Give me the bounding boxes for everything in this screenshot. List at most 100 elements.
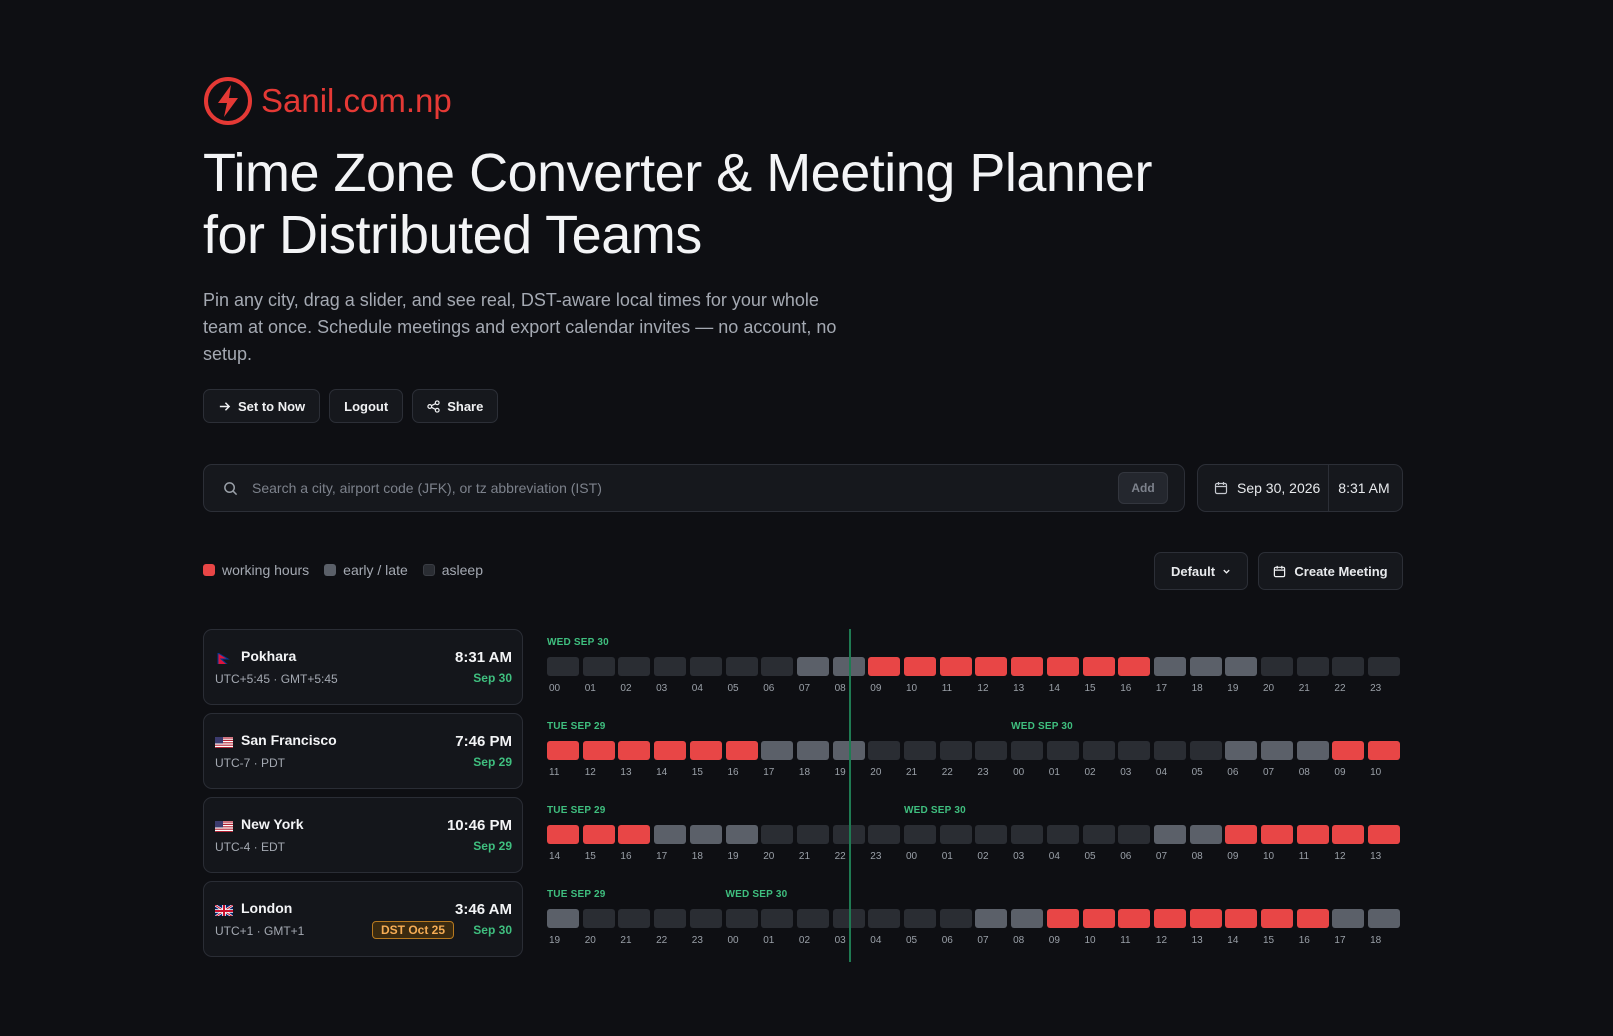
hour-cell[interactable] [975, 825, 1008, 844]
hour-cell[interactable] [1261, 741, 1293, 760]
hour-cell[interactable] [868, 657, 901, 676]
hour-cell[interactable] [654, 909, 687, 928]
hour-cell[interactable] [904, 909, 936, 928]
current-time-indicator[interactable] [849, 629, 851, 962]
hour-cell[interactable] [1332, 909, 1365, 928]
hour-cell[interactable] [654, 741, 687, 760]
hour-cell[interactable] [868, 741, 901, 760]
hour-cell[interactable] [939, 825, 972, 844]
hour-cell[interactable] [1011, 909, 1044, 928]
hour-cell[interactable] [1189, 909, 1222, 928]
hour-cell[interactable] [1082, 825, 1115, 844]
hour-cell[interactable] [689, 657, 722, 676]
hour-cell[interactable] [1046, 825, 1079, 844]
hour-cell[interactable] [618, 657, 651, 676]
hour-cell[interactable] [654, 825, 687, 844]
hour-cell[interactable] [547, 657, 579, 676]
hour-cell[interactable] [547, 909, 579, 928]
hour-cell[interactable] [1225, 741, 1258, 760]
hour-cell[interactable] [582, 657, 615, 676]
hour-cell[interactable] [1011, 657, 1044, 676]
hour-cell[interactable] [689, 909, 722, 928]
hour-cell[interactable] [1261, 825, 1293, 844]
hour-cell[interactable] [1046, 909, 1079, 928]
hour-cell[interactable] [939, 741, 972, 760]
hour-cell[interactable] [1368, 909, 1401, 928]
hour-cell[interactable] [654, 657, 687, 676]
hour-cell[interactable] [1189, 825, 1222, 844]
hour-cell[interactable] [1332, 657, 1365, 676]
hour-cell[interactable] [1261, 657, 1293, 676]
hour-cell[interactable] [1189, 741, 1222, 760]
city-card-pokhara[interactable]: Pokhara UTC+5:45 · GMT+5:45 8:31 AM Sep … [203, 629, 523, 705]
hour-cell[interactable] [1368, 657, 1401, 676]
hour-cell[interactable] [725, 909, 758, 928]
hour-cell[interactable] [689, 741, 722, 760]
hour-cell[interactable] [1296, 741, 1329, 760]
add-city-button[interactable]: Add [1118, 472, 1168, 504]
city-card-new-york[interactable]: New York UTC-4 · EDT 10:46 PM Sep 29 [203, 797, 523, 873]
hour-cell[interactable] [1225, 825, 1258, 844]
hour-cell[interactable] [1153, 657, 1186, 676]
hour-cell[interactable] [975, 657, 1008, 676]
hour-cell[interactable] [618, 825, 651, 844]
hour-cell[interactable] [1082, 741, 1115, 760]
hour-cell[interactable] [582, 909, 615, 928]
hour-cell[interactable] [1296, 825, 1329, 844]
hour-cell[interactable] [689, 825, 722, 844]
hour-cell[interactable] [796, 657, 829, 676]
set-to-now-button[interactable]: Set to Now [203, 389, 321, 423]
hour-cell[interactable] [868, 825, 901, 844]
hour-cell[interactable] [1046, 657, 1079, 676]
hour-cell[interactable] [547, 741, 579, 760]
hour-cell[interactable] [975, 741, 1008, 760]
hour-cell[interactable] [1225, 909, 1258, 928]
logout-button[interactable]: Logout [329, 389, 404, 423]
city-card-san-francisco[interactable]: San Francisco UTC-7 · PDT 7:46 PM Sep 29 [203, 713, 523, 789]
hour-cell[interactable] [1332, 825, 1365, 844]
hour-cell[interactable] [1011, 825, 1044, 844]
hour-cell[interactable] [761, 825, 794, 844]
hour-cell[interactable] [868, 909, 901, 928]
create-meeting-button[interactable]: Create Meeting [1258, 552, 1403, 590]
hour-cell[interactable] [796, 741, 829, 760]
hour-cell[interactable] [761, 657, 794, 676]
hour-cell[interactable] [904, 825, 936, 844]
city-card-london[interactable]: London UTC+1 · GMT+1 DST Oct 25 3:46 AM … [203, 881, 523, 957]
hour-cell[interactable] [618, 909, 651, 928]
hour-cell[interactable] [725, 741, 758, 760]
hour-cell[interactable] [618, 741, 651, 760]
hour-cell[interactable] [1332, 741, 1365, 760]
hour-cell[interactable] [725, 657, 758, 676]
hour-cell[interactable] [904, 741, 936, 760]
hour-cell[interactable] [1153, 909, 1186, 928]
hour-cell[interactable] [1011, 741, 1044, 760]
hour-cell[interactable] [1153, 825, 1186, 844]
hour-cell[interactable] [1118, 741, 1151, 760]
hour-cell[interactable] [1118, 909, 1151, 928]
hour-cell[interactable] [761, 909, 794, 928]
hour-cell[interactable] [725, 825, 758, 844]
hour-cell[interactable] [547, 825, 579, 844]
hour-cell[interactable] [1082, 909, 1115, 928]
hour-cell[interactable] [939, 657, 972, 676]
hour-cell[interactable] [975, 909, 1008, 928]
sort-dropdown[interactable]: Default [1154, 552, 1248, 590]
hour-cell[interactable] [1368, 741, 1401, 760]
hour-cell[interactable] [1153, 741, 1186, 760]
hour-cell[interactable] [1368, 825, 1401, 844]
hour-cell[interactable] [796, 825, 829, 844]
hour-cell[interactable] [761, 741, 794, 760]
share-button[interactable]: Share [412, 389, 499, 423]
hour-cell[interactable] [1118, 657, 1151, 676]
hour-cell[interactable] [1296, 657, 1329, 676]
hour-cell[interactable] [1046, 741, 1079, 760]
hour-cell[interactable] [1082, 657, 1115, 676]
hour-cell[interactable] [1296, 909, 1329, 928]
hour-cell[interactable] [1189, 657, 1222, 676]
hour-cell[interactable] [1118, 825, 1151, 844]
time-field[interactable]: 8:31 AM [1329, 480, 1389, 496]
hour-cell[interactable] [1225, 657, 1258, 676]
hour-cell[interactable] [582, 741, 615, 760]
hour-cell[interactable] [582, 825, 615, 844]
